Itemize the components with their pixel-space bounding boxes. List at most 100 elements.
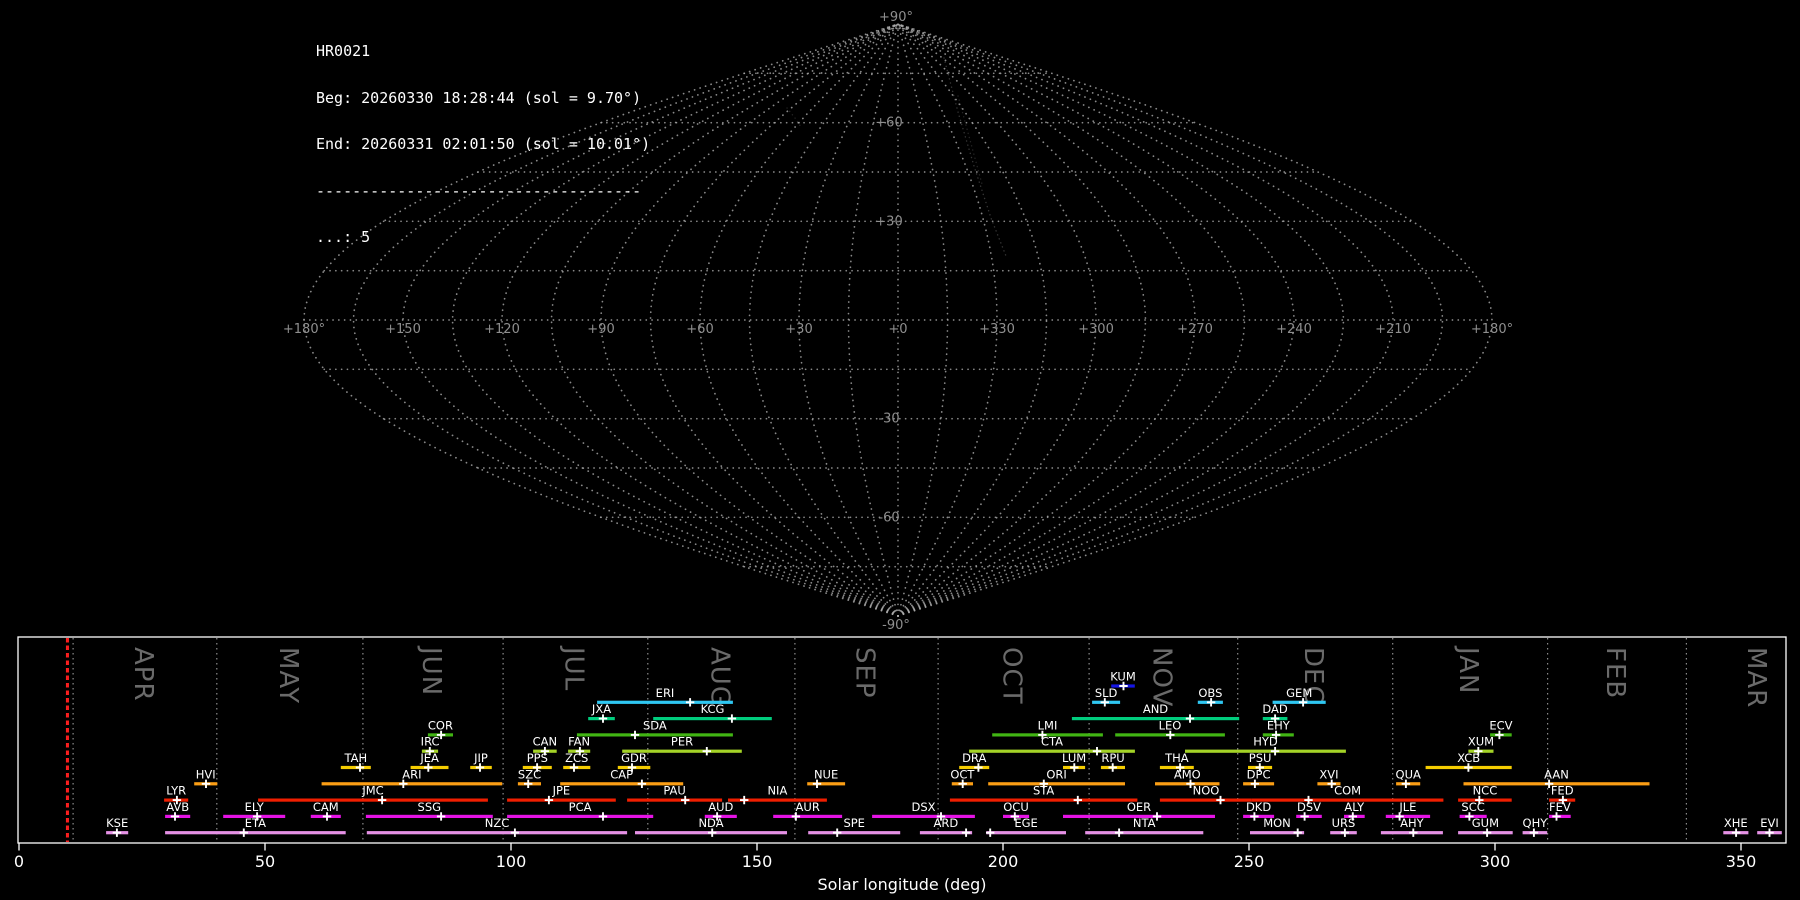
peak-marker-CTA [1093,747,1101,755]
axis-tick-label: 350 [1726,852,1757,871]
shower-label-NZC: NZC [485,816,510,830]
grid-meridian [898,24,1146,616]
shower-label-DKD: DKD [1246,800,1271,814]
longitude-label: +240 [1276,322,1312,337]
shower-label-SDA: SDA [643,718,667,732]
activity-timeline: APRMAYJUNJULAUGSEPOCTNOVDECJANFEBMARKUME… [14,637,1786,894]
shower-bar-DSV [1296,815,1322,818]
shower-label-COM: COM [1334,784,1361,798]
shower-label-PAU: PAU [663,784,685,798]
shower-label-XCB: XCB [1457,751,1480,765]
shower-label-JXA: JXA [591,702,611,716]
grid-meridian [898,24,1443,616]
grid-meridian [898,24,948,616]
shower-label-JMC: JMC [361,784,383,798]
peak-marker-STA [1074,796,1082,804]
shower-bar-EGE [986,831,1066,834]
faint-drift-track [958,96,982,184]
shower-label-EGE: EGE [1014,816,1037,830]
month-label-MAY: MAY [273,647,303,704]
month-label-NOV: NOV [1146,647,1176,707]
shower-label-AMO: AMO [1174,767,1201,781]
peak-marker-KCG [728,714,736,722]
latitude-label: +30 [875,214,902,229]
longitude-label: +180° [283,322,325,337]
peak-marker-SDA [631,731,639,739]
longitude-label: +0 [888,322,907,337]
axis-tick-label: 300 [1480,852,1511,871]
shower-bar-SDA [577,733,733,736]
peak-marker-AND [1186,714,1194,722]
shower-label-ARD: ARD [934,816,959,830]
x-axis-title: Solar longitude (deg) [818,875,987,894]
shower-bar-NTA [1085,831,1203,834]
shower-label-AND: AND [1143,702,1168,716]
shower-label-CAP: CAP [610,767,633,781]
shower-label-PER: PER [671,735,693,749]
shower-label-OCU: OCU [1003,800,1029,814]
month-label-MAR: MAR [1741,647,1771,708]
shower-label-ZCS: ZCS [565,751,588,765]
shower-label-FED: FED [1551,784,1574,798]
longitude-label: +210 [1375,322,1411,337]
longitude-label: +120 [484,322,520,337]
shower-bar-SPE [808,831,900,834]
shower-label-AAN: AAN [1544,767,1569,781]
shower-label-GDR: GDR [621,751,647,765]
peak-marker-CAP [638,780,646,788]
grid-meridian [898,24,1492,616]
shower-label-KCG: KCG [701,702,725,716]
shower-label-AVB: AVB [166,800,189,814]
latitude-label: +90° [879,10,913,25]
shower-label-DAD: DAD [1262,702,1288,716]
shower-label-LYR: LYR [166,784,186,798]
month-label-AUG: AUG [704,647,734,707]
peak-marker-PER [703,747,711,755]
shower-label-GEM: GEM [1286,686,1312,700]
shower-bar-JPE [507,799,616,802]
shower-label-EVI: EVI [1760,816,1779,830]
shower-label-OER: OER [1127,800,1151,814]
shower-label-DPC: DPC [1247,767,1271,781]
shower-bar-PCA [507,815,653,818]
peak-marker-NZC [511,829,519,837]
latitude-label: -30 [878,412,899,427]
shower-label-SZC: SZC [518,767,541,781]
shower-label-QUA: QUA [1396,767,1421,781]
shower-label-LMI: LMI [1038,718,1058,732]
shower-label-OBS: OBS [1198,686,1222,700]
month-label-SEP: SEP [850,647,880,699]
shower-label-SPE: SPE [843,816,865,830]
shower-label-PSU: PSU [1249,751,1272,765]
shower-bar-STA [950,799,1138,802]
shower-label-AUR: AUR [796,800,820,814]
grid-meridian [700,24,898,616]
shower-label-ELY: ELY [245,800,265,814]
shower-label-STA: STA [1033,784,1054,798]
shower-label-ETA: ETA [245,816,266,830]
shower-bar-AUR [773,815,842,818]
shower-label-XHE: XHE [1724,816,1748,830]
shower-label-KUM: KUM [1110,670,1136,684]
shower-label-JEA: JEA [419,751,439,765]
shower-label-ORI: ORI [1046,767,1066,781]
shower-label-SCC: SCC [1461,800,1484,814]
app-window: +180°+150+120+90+60+30+0+330+300+270+240… [0,0,1800,900]
shower-label-NIA: NIA [767,784,787,798]
longitude-label: +270 [1177,322,1213,337]
shower-label-AUD: AUD [708,800,733,814]
faint-drift-track [944,58,1006,256]
sky-map-and-timeline-plot: +180°+150+120+90+60+30+0+330+300+270+240… [0,0,1800,900]
shower-label-MON: MON [1263,816,1291,830]
axis-tick-label: 50 [255,852,275,871]
longitude-label: +300 [1078,322,1114,337]
shower-bar-NZC [367,831,627,834]
latitude-label: +60 [875,116,902,131]
shower-label-XUM: XUM [1468,735,1494,749]
longitude-label: +150 [385,322,421,337]
axis-tick-label: 250 [1234,852,1265,871]
shower-bar-ARI [322,782,503,785]
shower-label-FAN: FAN [568,735,590,749]
shower-label-QHY: QHY [1523,816,1549,830]
shower-label-DSV: DSV [1297,800,1321,814]
